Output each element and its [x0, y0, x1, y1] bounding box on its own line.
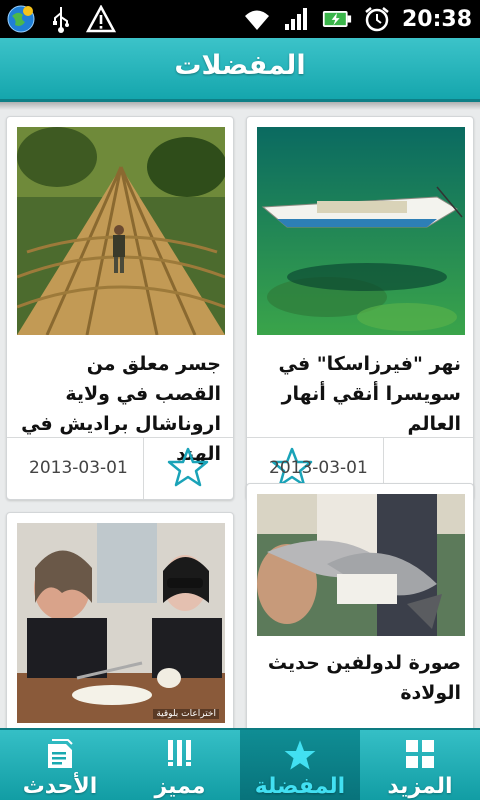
bottom-tab-bar: المزيد المفضلة مميز الأحدث [0, 728, 480, 800]
app-header: المفضلات [0, 38, 480, 102]
tab-label: المزيد [387, 774, 453, 799]
usb-icon [46, 4, 76, 34]
bars-icon [165, 738, 195, 772]
card-title: نهر "فيرزاسكا" في سويسرا أنقي أنهار العا… [278, 353, 461, 435]
signal-icon [282, 4, 312, 34]
footer-divider [143, 438, 144, 499]
favorite-card[interactable]: اختراعات بلوقية [6, 512, 234, 743]
image-caption: اختراعات بلوقية [153, 709, 219, 719]
page-title: المفضلات [174, 50, 306, 81]
document-icon [46, 738, 74, 774]
battery-charging-icon [322, 4, 352, 34]
star-icon [283, 738, 317, 776]
card-footer: 2013-03-01 [7, 437, 233, 499]
star-icon [167, 446, 209, 492]
bamboo-bridge-photo[interactable] [16, 127, 227, 336]
status-bar: 20:38 [0, 0, 480, 38]
chopping-onions-photo[interactable]: اختراعات بلوقية [17, 523, 225, 723]
grid-icon [404, 738, 436, 774]
baby-dolphins-photo[interactable] [257, 494, 465, 636]
tab-featured[interactable]: مميز [120, 730, 240, 800]
tab-latest[interactable]: الأحدث [0, 730, 120, 800]
card-date: 2013-03-01 [29, 458, 128, 478]
header-shadow [0, 102, 480, 110]
favorite-card[interactable]: صورة لدولفين حديث الولادة [246, 483, 474, 743]
tab-label: الأحدث [22, 774, 98, 799]
tab-favorites[interactable]: المفضلة [240, 730, 360, 800]
tab-label: مميز [154, 774, 206, 799]
card-date: 2013-03-01 [269, 458, 368, 478]
card-title: صورة لدولفين حديث الولادة [267, 652, 461, 704]
tab-more[interactable]: المزيد [360, 730, 480, 800]
favorite-card[interactable]: نهر "فيرزاسكا" في سويسرا أنقي أنهار العا… [246, 116, 474, 500]
globe-icon [6, 4, 36, 34]
favorite-card[interactable]: جسر معلق من القصب في ولاية اروناشال براد… [6, 116, 234, 500]
favorite-star-button[interactable] [143, 438, 233, 499]
tab-label: المفضلة [254, 774, 346, 799]
wifi-icon [242, 4, 272, 34]
alarm-icon [362, 4, 392, 34]
warning-icon [86, 4, 116, 34]
clock-time: 20:38 [401, 6, 472, 32]
boat-clear-water-photo[interactable] [257, 127, 465, 335]
